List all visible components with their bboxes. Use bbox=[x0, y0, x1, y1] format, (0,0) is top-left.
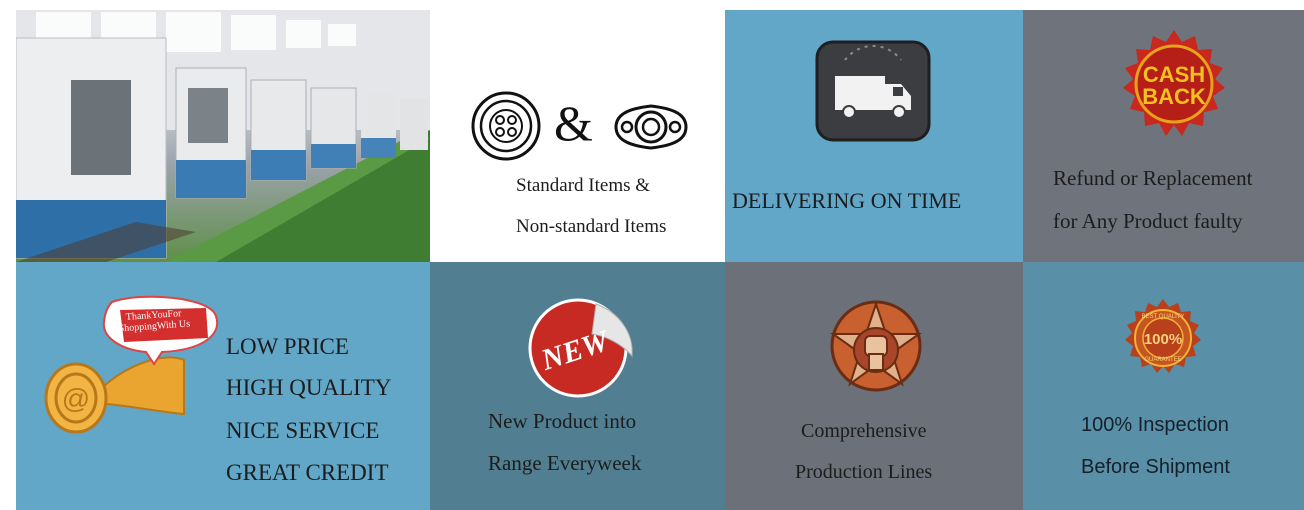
tile-standard-items: & Standard Items & Non-standard Items bbox=[430, 10, 725, 262]
svg-text:@: @ bbox=[62, 383, 90, 414]
comprehensive-line2: Production Lines bbox=[795, 461, 933, 483]
flange-part-icon bbox=[614, 104, 688, 150]
seal-center-text: 100% bbox=[1144, 331, 1182, 348]
tile-delivering: DELIVERING ON TIME bbox=[725, 10, 1023, 262]
cash-back-line2: BACK bbox=[1142, 84, 1206, 109]
refund-line2: for Any Product faulty bbox=[1053, 209, 1243, 233]
tile-new-product: NEW New Product into Range Everyweek bbox=[430, 262, 725, 510]
feature-banner: & Standard Items & Non-standard Items DE… bbox=[16, 10, 1304, 510]
inspection-line2: Before Shipment bbox=[1081, 456, 1230, 478]
inspection-line1: 100% Inspection bbox=[1081, 414, 1229, 436]
seal-bottom-text: GUARANTEE bbox=[1144, 357, 1181, 363]
new-product-line1: New Product into bbox=[488, 409, 637, 433]
high-quality-line: HIGH QUALITY bbox=[226, 375, 392, 400]
great-credit-line: GREAT CREDIT bbox=[226, 460, 389, 485]
delivery-truck-icon bbox=[815, 40, 931, 142]
standard-items-line1: Standard Items & bbox=[516, 175, 651, 196]
new-sticker-icon: NEW bbox=[528, 298, 633, 398]
ampersand-symbol: & bbox=[554, 95, 593, 151]
low-price-line: LOW PRICE bbox=[226, 334, 349, 359]
quality-guarantee-seal-icon: BEST QUALITY 100% GUARANTEE bbox=[1125, 299, 1201, 373]
comprehensive-line1: Comprehensive bbox=[801, 420, 927, 442]
fist-star-emblem-icon bbox=[829, 300, 923, 392]
delivering-label: DELIVERING ON TIME bbox=[732, 188, 962, 213]
factory-floor-image bbox=[16, 10, 430, 262]
tile-production-lines: Comprehensive Production Lines bbox=[725, 262, 1023, 510]
standard-items-line2: Non-standard Items bbox=[516, 216, 667, 237]
tile-inspection: BEST QUALITY 100% GUARANTEE 100% Inspect… bbox=[1023, 262, 1304, 510]
new-product-line2: Range Everyweek bbox=[488, 451, 642, 475]
factory-photo bbox=[16, 10, 430, 262]
nice-service-line: NICE SERVICE bbox=[226, 418, 380, 443]
refund-line1: Refund or Replacement bbox=[1053, 166, 1253, 190]
seal-top-text: BEST QUALITY bbox=[1142, 314, 1185, 320]
tile-low-price: @ ThankYouFor ShoppingWith Us LOW PRICE … bbox=[16, 262, 430, 510]
tile-refund: CASH BACK Refund or Replacement for Any … bbox=[1023, 10, 1304, 262]
four-hole-button-icon bbox=[471, 91, 541, 161]
cash-back-badge-icon: CASH BACK bbox=[1123, 30, 1225, 136]
